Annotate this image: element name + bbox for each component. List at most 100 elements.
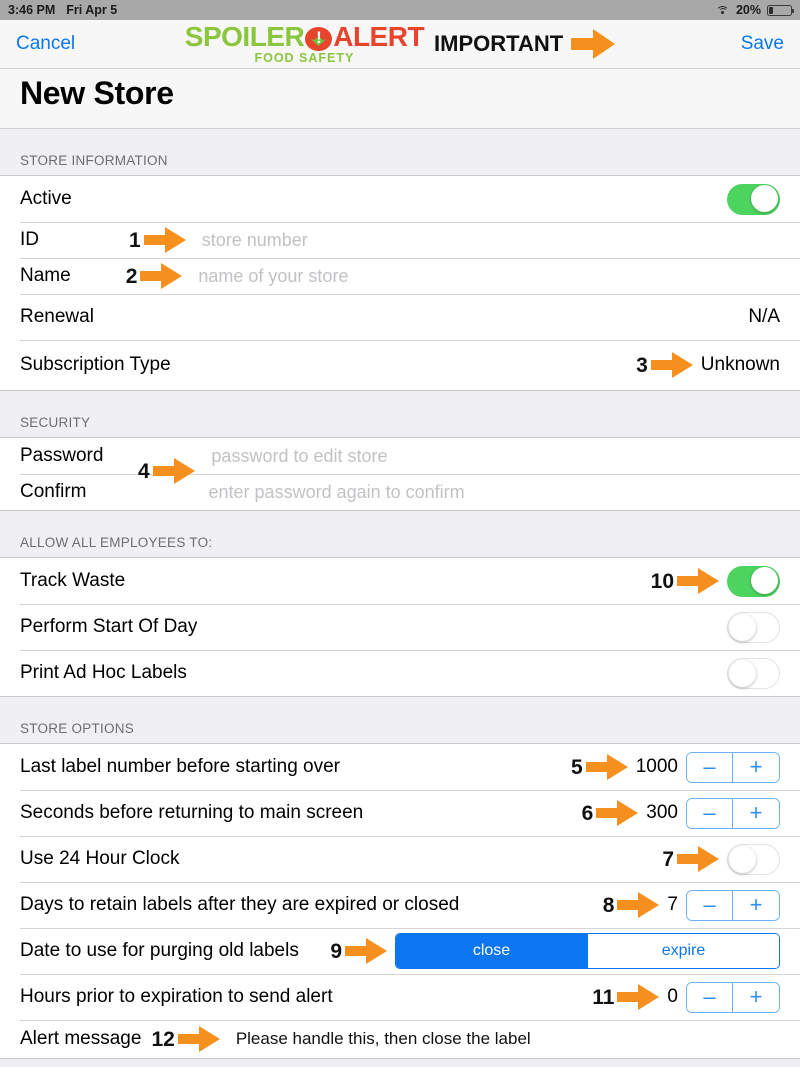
field-alert-message[interactable]: Please handle this, then close the label (236, 1029, 780, 1049)
annotation-number-2: 2 (125, 264, 138, 288)
row-label-perform-start-of-day: Perform Start Of Day (20, 616, 198, 637)
row-seconds-before-return[interactable]: Seconds before returning to main screen … (0, 790, 800, 836)
input-id-placeholder[interactable]: store number (202, 230, 308, 251)
stepper-plus-hours-prior-alert[interactable]: + (733, 982, 779, 1012)
row-password[interactable]: Password password to edit store (0, 438, 800, 474)
row-active[interactable]: Active (0, 176, 800, 222)
annotation-number-3: 3 (636, 353, 648, 377)
annotation-marker-7: 7 (662, 846, 719, 872)
row-label-use-24-hour-clock: Use 24 Hour Clock (20, 848, 180, 869)
exclamation-glyph: ! (316, 27, 322, 47)
input-confirm-placeholder[interactable]: enter password again to confirm (209, 482, 465, 503)
row-perform-start-of-day[interactable]: Perform Start Of Day (0, 604, 800, 650)
row-track-waste[interactable]: Track Waste 10 (0, 558, 800, 604)
annotation-number-1: 1 (129, 228, 141, 252)
annotation-arrow-purge-date (345, 938, 387, 964)
status-bar: 3:46 PM Fri Apr 5 20% (0, 0, 800, 20)
row-label-active: Active (20, 188, 72, 209)
row-use-24-hour-clock[interactable]: Use 24 Hour Clock 7 (0, 836, 800, 882)
row-right-renewal: N/A (748, 306, 780, 328)
battery-percent-label: 20% (735, 3, 761, 17)
stepper-last-label-number[interactable]: – + (686, 751, 780, 783)
row-label-renewal: Renewal (20, 306, 94, 327)
row-purge-date[interactable]: Date to use for purging old labels 9 clo… (0, 928, 800, 974)
save-button[interactable]: Save (741, 33, 784, 55)
important-annotation-label: IMPORTANT (434, 31, 564, 56)
toggle-track-waste[interactable] (727, 565, 780, 597)
brand-wordmark: SPOILER ! ALERT (184, 21, 425, 53)
group-store-options: Last label number before starting over 5… (0, 743, 800, 1059)
annotation-arrow-track-waste (677, 568, 719, 594)
status-bar-left: 3:46 PM Fri Apr 5 (8, 3, 117, 17)
field-id[interactable]: store number (202, 230, 780, 251)
row-print-ad-hoc-labels[interactable]: Print Ad Hoc Labels (0, 650, 800, 696)
value-renewal: N/A (748, 306, 780, 327)
row-name[interactable]: Name 2 name of your store (0, 258, 800, 294)
field-password[interactable]: password to edit store (211, 446, 780, 467)
field-confirm[interactable]: enter password again to confirm (209, 482, 780, 503)
field-name[interactable]: name of your store (198, 266, 780, 287)
input-alert-message-value[interactable]: Please handle this, then close the label (236, 1029, 531, 1049)
row-subscription-type[interactable]: Subscription Type 3 Unknown (0, 340, 800, 390)
stepper-hours-prior-alert[interactable]: – + (686, 981, 780, 1013)
cancel-button[interactable]: Cancel (16, 33, 75, 55)
row-right-perform-start-of-day (727, 611, 780, 643)
annotation-marker-6: 6 (582, 800, 639, 826)
stepper-days-to-retain[interactable]: – + (686, 889, 780, 921)
stepper-plus-last-label-number[interactable]: + (733, 752, 779, 782)
row-confirm[interactable]: Confirm enter password again to confirm (0, 474, 800, 510)
annotation-arrow-last-label-number (585, 754, 628, 780)
row-alert-message[interactable]: Alert message 12 Please handle this, the… (0, 1020, 800, 1058)
brand-tagline: FOOD SAFETY (254, 51, 355, 66)
toggle-print-ad-hoc-labels[interactable] (727, 657, 780, 689)
tomato-exclamation-icon: ! (305, 24, 333, 51)
stepper-minus-days-to-retain[interactable]: – (687, 890, 733, 920)
row-hours-prior-alert[interactable]: Hours prior to expiration to send alert … (0, 974, 800, 1020)
wifi-icon (716, 5, 730, 16)
row-label-print-ad-hoc-labels: Print Ad Hoc Labels (20, 662, 187, 683)
value-hours-prior-alert: 0 (667, 986, 678, 1007)
stepper-plus-seconds-before-return[interactable]: + (733, 798, 779, 828)
annotation-marker-9: 9 (330, 938, 387, 964)
stepper-minus-seconds-before-return[interactable]: – (687, 798, 733, 828)
brand-word-spoiler: SPOILER (184, 21, 305, 53)
stepper-minus-hours-prior-alert[interactable]: – (687, 982, 733, 1012)
input-password-placeholder[interactable]: password to edit store (211, 446, 387, 467)
page-title: New Store (20, 75, 174, 111)
row-right-track-waste: 10 (650, 565, 780, 597)
toggle-perform-start-of-day[interactable] (727, 611, 780, 643)
row-last-label-number[interactable]: Last label number before starting over 5… (0, 744, 800, 790)
row-right-use-24-hour-clock: 7 (662, 843, 780, 875)
row-label-last-label-number: Last label number before starting over (20, 756, 341, 777)
stepper-plus-days-to-retain[interactable]: + (733, 890, 779, 920)
annotation-number-11: 11 (592, 985, 615, 1009)
value-seconds-before-return: 300 (646, 802, 678, 823)
segment-expire[interactable]: expire (587, 934, 779, 968)
value-days-to-retain: 7 (667, 894, 678, 915)
row-label-confirm: Confirm (20, 481, 87, 502)
annotation-marker-4: 4 (138, 458, 195, 484)
annotation-marker-2: 2 (126, 263, 183, 289)
annotation-number-5: 5 (571, 755, 583, 779)
row-right-purge-date: 9 close expire (330, 933, 780, 969)
segmented-control-purge-date[interactable]: close expire (395, 933, 780, 969)
group-security: Password password to edit store Confirm … (0, 437, 800, 511)
battery-icon (767, 4, 795, 16)
toggle-use-24-hour-clock[interactable] (727, 843, 780, 875)
annotation-arrow-id (143, 227, 186, 253)
segment-close[interactable]: close (396, 934, 587, 968)
annotation-arrow-seconds-before-return (596, 800, 639, 826)
group-store-information: Active ID 1 store number Name 2 name of … (0, 175, 800, 391)
row-id[interactable]: ID 1 store number (0, 222, 800, 258)
stepper-seconds-before-return[interactable]: – + (686, 797, 780, 829)
row-label-hours-prior-alert: Hours prior to expiration to send alert (20, 986, 333, 1007)
input-name-placeholder[interactable]: name of your store (198, 266, 348, 287)
row-days-to-retain[interactable]: Days to retain labels after they are exp… (0, 882, 800, 928)
toggle-active[interactable] (727, 183, 780, 215)
annotation-number-10: 10 (650, 569, 674, 593)
stepper-minus-last-label-number[interactable]: – (687, 752, 733, 782)
annotation-arrow-save (571, 29, 616, 59)
annotation-number-12: 12 (151, 1027, 175, 1051)
row-renewal: Renewal N/A (0, 294, 800, 340)
annotation-marker-3: 3 (636, 352, 693, 378)
